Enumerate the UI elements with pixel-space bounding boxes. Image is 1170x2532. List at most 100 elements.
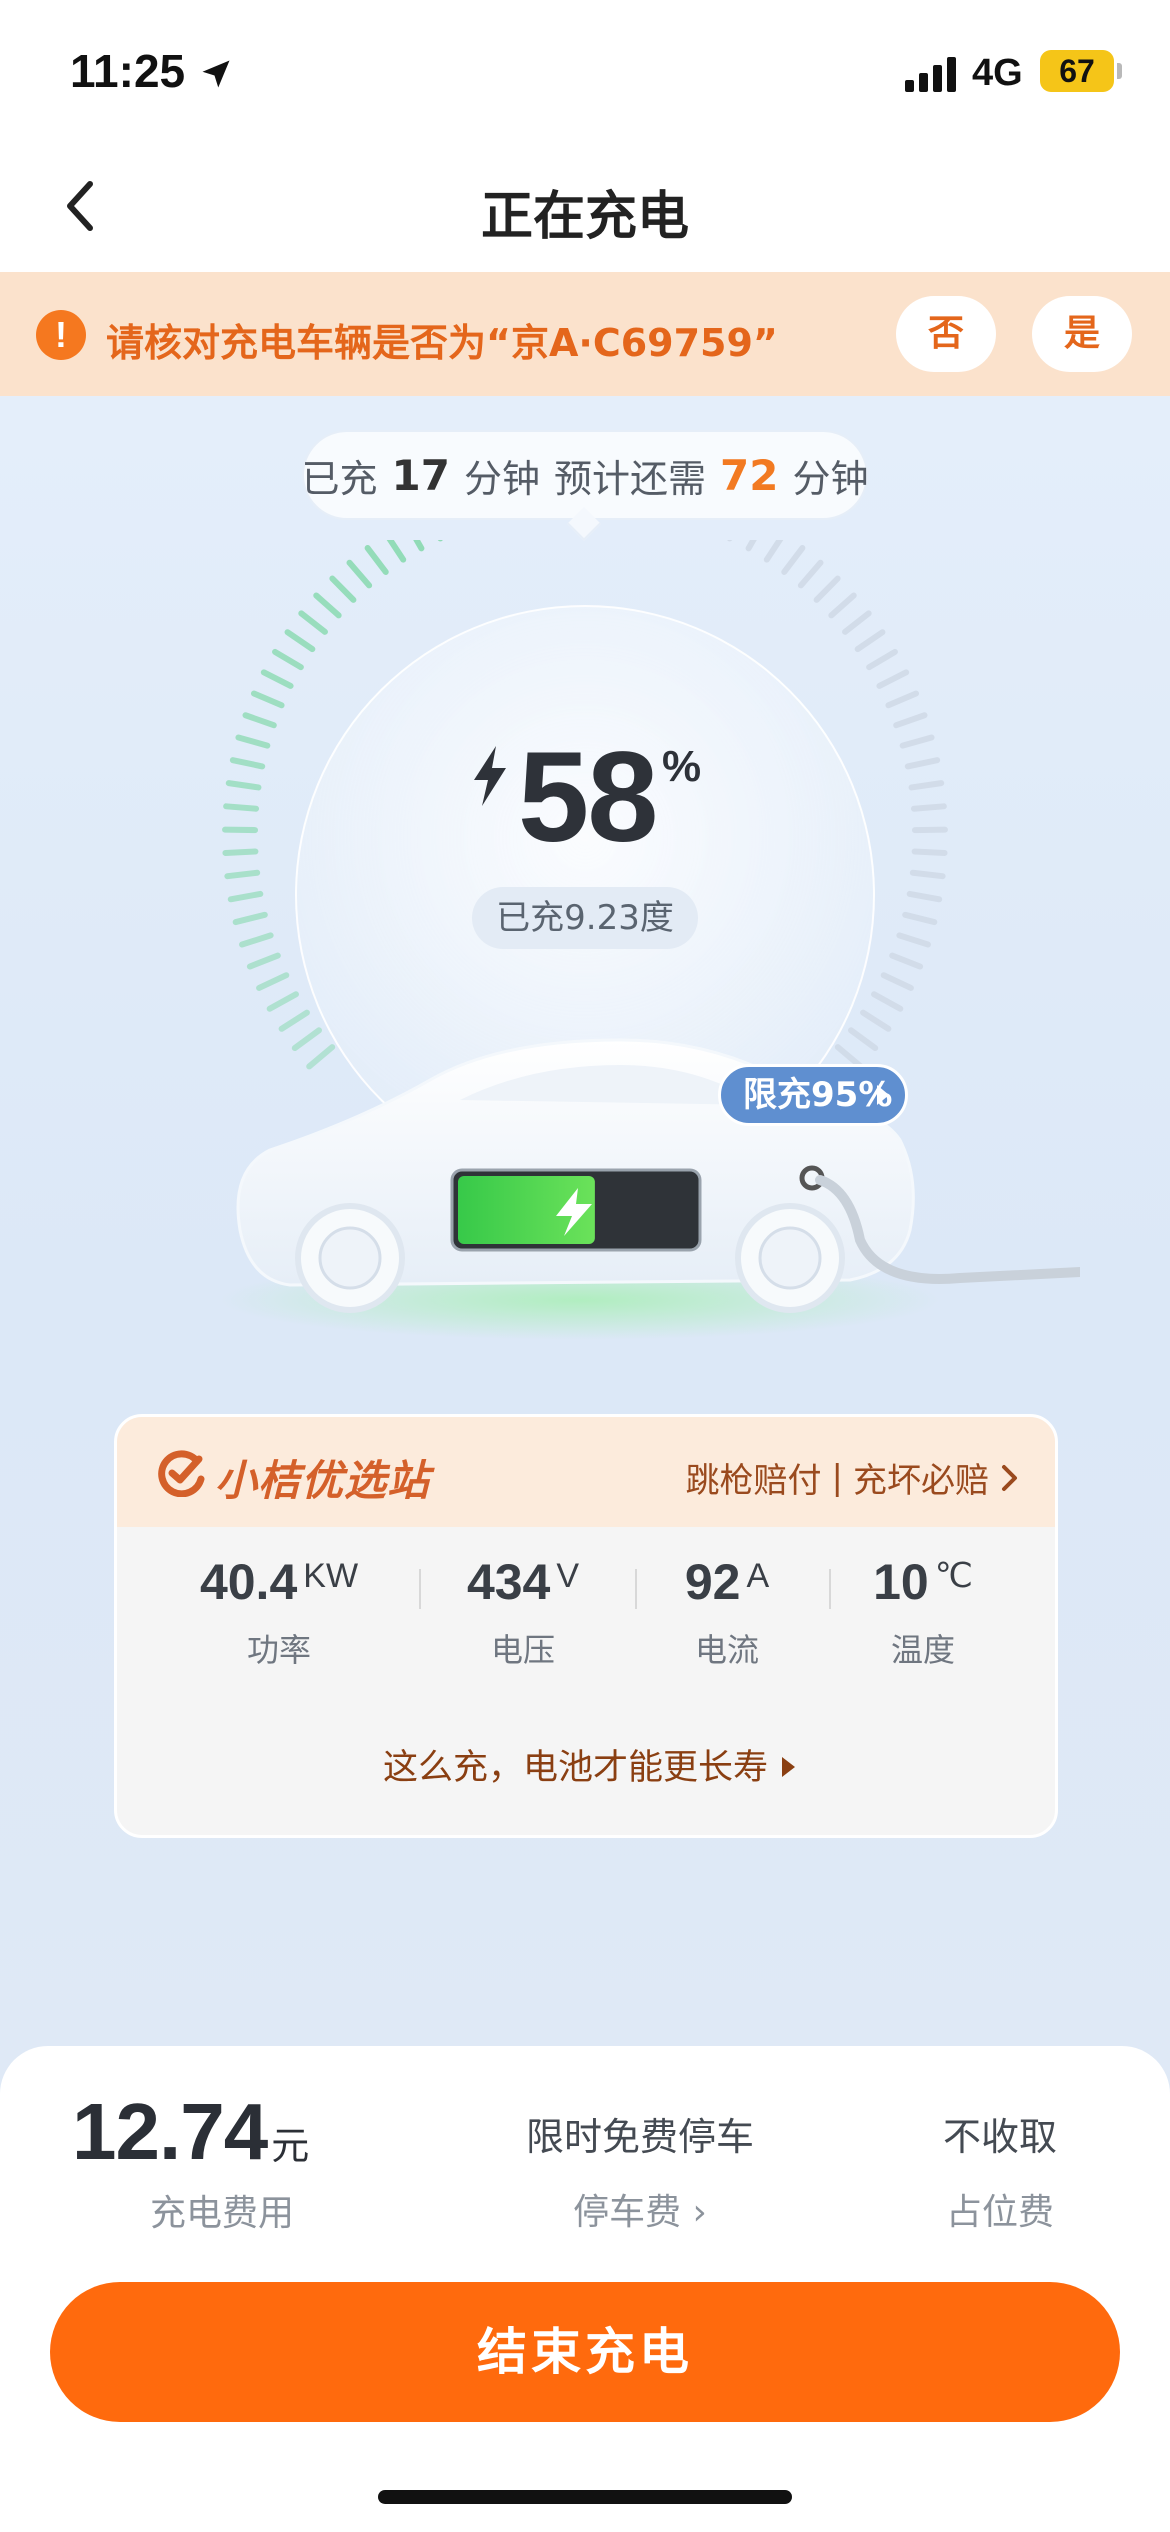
fee-label: 充电费用 bbox=[150, 2193, 295, 2234]
station-name: 小桔优选站 bbox=[215, 1456, 431, 1505]
warning-icon: ! bbox=[36, 310, 86, 360]
gauge-tick bbox=[250, 690, 285, 709]
voltage-label: 电压 bbox=[490, 1631, 555, 1669]
charge-limit-button[interactable]: 限充95% bbox=[718, 1064, 908, 1126]
gauge-tick bbox=[902, 911, 938, 926]
gauge-tick bbox=[239, 932, 274, 948]
gauge-tick bbox=[227, 890, 264, 903]
gauge-tick bbox=[904, 757, 941, 770]
status-bar: 11:25 4G 67 bbox=[0, 0, 1170, 140]
gauge-tick bbox=[854, 629, 886, 653]
gauge-tick bbox=[329, 575, 357, 603]
gauge-tick bbox=[910, 803, 947, 812]
status-time: 11:25 bbox=[70, 45, 186, 97]
station-card: 小桔优选站 跳枪赔付 | 充坏必赔 40.4 KW 功率 434 V 电压 92 A … bbox=[114, 1414, 1058, 1838]
occupancy-fee: 不收取 占位费 bbox=[900, 2106, 1100, 2235]
occupancy-top: 不收取 bbox=[942, 2115, 1057, 2159]
network-type: 4G bbox=[972, 52, 1023, 94]
gauge-tick bbox=[272, 648, 304, 671]
gauge-tick bbox=[885, 690, 920, 709]
power-label: 功率 bbox=[246, 1631, 311, 1669]
percent-unit: % bbox=[662, 742, 702, 791]
gauge-tick bbox=[813, 575, 841, 603]
current-value: 92 bbox=[684, 1554, 741, 1610]
metric-current: 92 A 电流 bbox=[627, 1553, 827, 1671]
chevron-right-icon bbox=[1002, 1464, 1017, 1491]
gauge-tick bbox=[781, 545, 806, 575]
play-arrow-icon bbox=[877, 1085, 889, 1105]
gauge-tick bbox=[871, 991, 904, 1012]
gauge-tick bbox=[313, 592, 342, 619]
charged-minutes: 17 bbox=[391, 450, 450, 500]
voltage-unit: V bbox=[556, 1557, 580, 1595]
gauge-tick bbox=[828, 592, 857, 619]
guarantee-jump: 跳枪赔付 bbox=[685, 1461, 822, 1501]
gauge-tick bbox=[866, 648, 898, 671]
car-illustration bbox=[220, 1038, 1080, 1340]
gauge-tick bbox=[911, 848, 948, 856]
minutes-unit: 分钟 bbox=[463, 456, 540, 501]
gauge-tick bbox=[386, 540, 407, 563]
gauge-tick bbox=[889, 952, 924, 970]
guarantee-link[interactable]: 跳枪赔付 | 充坏必赔 bbox=[686, 1453, 1021, 1502]
current-unit: A bbox=[746, 1557, 770, 1595]
battery-level: 67 bbox=[1059, 53, 1095, 89]
guarantee-damage: 充坏必赔 bbox=[853, 1461, 989, 1501]
end-charging-button[interactable]: 结束充电 bbox=[50, 2282, 1120, 2422]
gauge-tick bbox=[242, 712, 277, 729]
location-arrow-icon bbox=[202, 60, 230, 88]
gauge-tick bbox=[745, 540, 757, 552]
remaining-minutes: 72 bbox=[720, 450, 779, 500]
temperature-unit: ℃ bbox=[934, 1557, 973, 1595]
car-battery-icon bbox=[450, 1168, 702, 1252]
power-value: 40.4 bbox=[199, 1554, 298, 1610]
gauge-tick bbox=[346, 559, 373, 589]
parking-bottom: 停车费 › bbox=[573, 2192, 707, 2233]
gauge-tick bbox=[364, 545, 389, 575]
gauge-tick bbox=[909, 869, 946, 880]
battery-tips-text: 这么充，电池才能更长寿 bbox=[382, 1748, 768, 1788]
vehicle-verify-text: 请核对充电车辆是否为“京A·C69759” bbox=[106, 321, 778, 365]
gauge-tick bbox=[896, 932, 931, 948]
verify-no-button[interactable]: 否 bbox=[896, 296, 996, 372]
charge-limit-label: 限充95% bbox=[743, 1075, 893, 1115]
station-header: 小桔优选站 跳枪赔付 | 充坏必赔 bbox=[117, 1417, 1055, 1527]
battery-tips-link[interactable]: 这么充，电池才能更长寿 bbox=[117, 1739, 1055, 1790]
gauge-tick bbox=[284, 629, 316, 653]
gauge-tick bbox=[223, 803, 260, 812]
fee-amount: 12.74 bbox=[72, 2087, 268, 2176]
station-check-logo-icon bbox=[158, 1450, 205, 1497]
voltage-value: 434 bbox=[466, 1554, 551, 1610]
gauge-tick bbox=[908, 780, 945, 791]
percent-value: 58 bbox=[518, 726, 658, 869]
gauge-tick bbox=[266, 991, 299, 1012]
parking-fee[interactable]: 限时免费停车 停车费 › bbox=[500, 2106, 780, 2235]
gauge-tick bbox=[880, 972, 914, 991]
gauge-tick bbox=[893, 712, 928, 729]
play-arrow-icon bbox=[782, 1757, 795, 1777]
gauge-tick bbox=[298, 610, 328, 635]
gauge-tick bbox=[246, 952, 281, 970]
cellular-signal-icon bbox=[905, 57, 956, 92]
gauge-tick bbox=[225, 780, 262, 791]
power-unit: KW bbox=[303, 1557, 359, 1595]
gauge-tick bbox=[229, 757, 266, 770]
verify-yes-button[interactable]: 是 bbox=[1032, 296, 1132, 372]
charged-prefix: 已充 bbox=[301, 456, 378, 501]
gauge-tick bbox=[899, 734, 935, 749]
charged-energy: 已充9.23度 bbox=[472, 887, 698, 949]
gauge-tick bbox=[876, 669, 910, 689]
metric-voltage: 434 V 电压 bbox=[423, 1553, 623, 1671]
gauge-tick bbox=[906, 890, 943, 903]
home-indicator bbox=[378, 2490, 792, 2504]
gauge-tick bbox=[260, 669, 294, 689]
gauge-tick bbox=[232, 911, 268, 926]
remaining-prefix: 预计还需 bbox=[554, 456, 707, 501]
gauge-tick bbox=[224, 869, 261, 880]
current-label: 电流 bbox=[694, 1631, 759, 1669]
gauge-tick bbox=[256, 972, 290, 991]
gauge-tick bbox=[842, 610, 872, 635]
charging-metrics: 40.4 KW 功率 434 V 电压 92 A 电流 10 ℃ 温度 bbox=[117, 1553, 1055, 1683]
temperature-value: 10 bbox=[873, 1554, 929, 1610]
metric-power: 40.4 KW 功率 bbox=[179, 1553, 379, 1671]
